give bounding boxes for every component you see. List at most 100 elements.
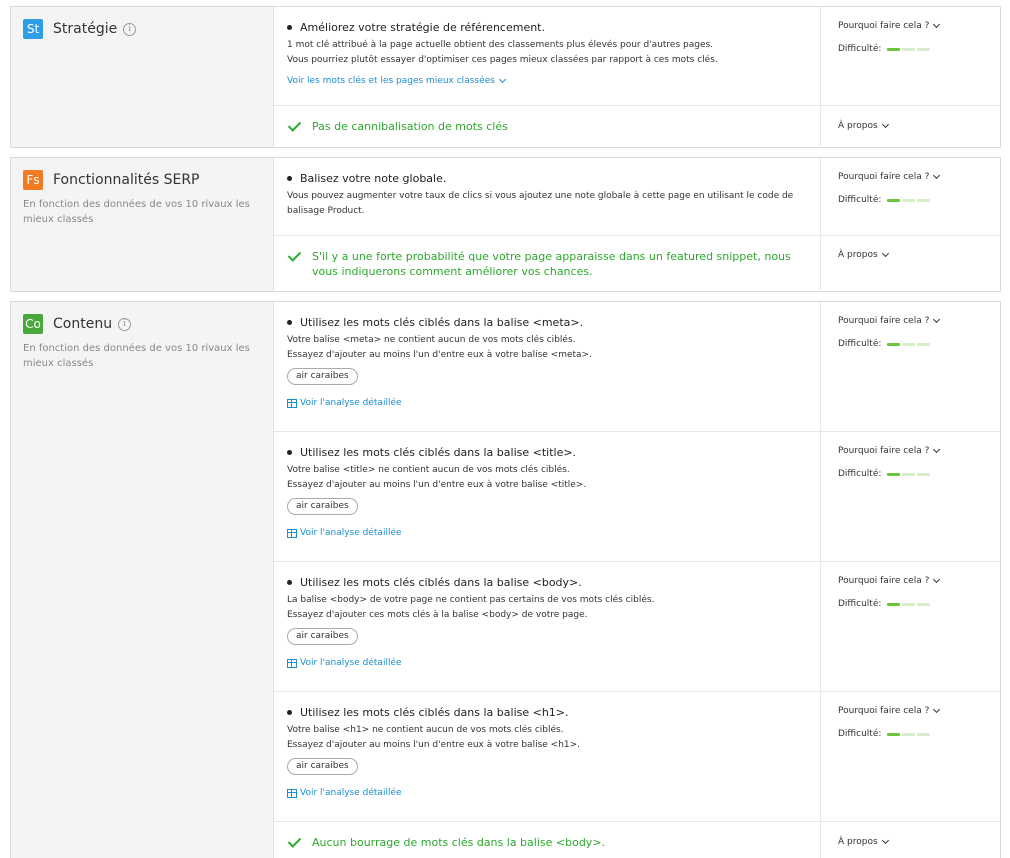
category-description: En fonction des données de vos 10 rivaux…	[23, 199, 250, 225]
chevron-down-icon	[933, 705, 941, 714]
about-dropdown[interactable]: À propos	[838, 120, 983, 131]
category-sidebar: Fs Fonctionnalités SERP En fonction des …	[11, 158, 274, 291]
difficulty-indicator: Difficulté:	[838, 195, 983, 205]
table-icon	[287, 658, 297, 668]
keyword-chip: air caraibes	[287, 368, 358, 385]
difficulty-bar	[917, 472, 931, 476]
chevron-down-icon	[881, 120, 889, 129]
difficulty-indicator: Difficulté:	[838, 339, 983, 349]
category-badge: Fs	[23, 170, 43, 190]
info-icon[interactable]: i	[118, 317, 132, 331]
category-strategy: St Stratégie i Améliorez votre stratégie…	[10, 6, 1001, 148]
difficulty-bar-active	[887, 342, 901, 346]
recommendation-text: Essayez d'ajouter au moins l'un d'entre …	[287, 480, 587, 490]
difficulty-bar	[902, 47, 916, 51]
chevron-down-icon	[881, 249, 889, 258]
category-badge: St	[23, 19, 43, 39]
difficulty-bar-active	[887, 472, 901, 476]
chevron-down-icon	[933, 575, 941, 584]
difficulty-bar-active	[887, 732, 901, 736]
info-icon[interactable]: i	[123, 22, 137, 36]
recommendation-text: Vous pouvez augmenter votre taux de clic…	[287, 191, 794, 216]
recommendation-title: Améliorez votre stratégie de référenceme…	[300, 20, 545, 34]
recommendation-title: Balisez votre note globale.	[300, 171, 447, 185]
about-dropdown[interactable]: À propos	[838, 249, 983, 260]
success-row: S'il y a une forte probabilité que votre…	[274, 236, 1000, 292]
recommendation-title: Utilisez les mots clés ciblés dans la ba…	[300, 315, 584, 329]
difficulty-bar	[917, 342, 931, 346]
keyword-chip: air caraibes	[287, 498, 358, 515]
recommendation-title: Utilisez les mots clés ciblés dans la ba…	[300, 705, 569, 719]
why-dropdown[interactable]: Pourquoi faire cela ?	[838, 315, 983, 326]
recommendation-text: Votre balise <meta> ne contient aucun de…	[287, 335, 576, 345]
difficulty-indicator: Difficulté:	[838, 599, 983, 609]
checkmark-icon	[287, 834, 302, 848]
why-dropdown[interactable]: Pourquoi faire cela ?	[838, 445, 983, 456]
recommendation-text: Essayez d'ajouter au moins l'un d'entre …	[287, 740, 581, 750]
recommendation-title: Utilisez les mots clés ciblés dans la ba…	[300, 445, 577, 459]
see-keywords-link[interactable]: Voir les mots clés et les pages mieux cl…	[287, 75, 506, 86]
difficulty-bar	[917, 47, 931, 51]
recommendation-text: Vous pourriez plutôt essayer d'optimiser…	[287, 55, 718, 65]
category-sidebar: St Stratégie i	[11, 7, 274, 147]
difficulty-bar	[902, 342, 916, 346]
recommendation-row: Utilisez les mots clés ciblés dans la ba…	[274, 562, 1000, 692]
success-message: S'il y a une forte probabilité que votre…	[312, 250, 791, 278]
detailed-analysis-link[interactable]: Voir l'analyse détaillée	[287, 528, 402, 538]
why-dropdown[interactable]: Pourquoi faire cela ?	[838, 171, 983, 182]
keyword-chip: air caraibes	[287, 758, 358, 775]
why-dropdown[interactable]: Pourquoi faire cela ?	[838, 20, 983, 31]
difficulty-bar	[902, 602, 916, 606]
success-row: Aucun bourrage de mots clés dans la bali…	[274, 822, 1000, 858]
difficulty-bar-active	[887, 198, 901, 202]
category-description: En fonction des données de vos 10 rivaux…	[23, 343, 250, 369]
bullet-icon	[287, 24, 292, 30]
recommendation-text: Votre balise <h1> ne contient aucun de v…	[287, 725, 564, 735]
difficulty-bar	[917, 198, 931, 202]
detailed-analysis-link[interactable]: Voir l'analyse détaillée	[287, 658, 402, 668]
difficulty-indicator: Difficulté:	[838, 729, 983, 739]
recommendation-row: Améliorez votre stratégie de référenceme…	[274, 7, 1000, 106]
difficulty-bar	[917, 602, 931, 606]
checkmark-icon	[287, 118, 302, 132]
recommendation-text: Essayez d'ajouter au moins l'un d'entre …	[287, 350, 592, 360]
success-message: Pas de cannibalisation de mots clés	[312, 120, 508, 133]
category-sidebar: Co Contenu i En fonction des données de …	[11, 302, 274, 858]
recommendation-row: Utilisez les mots clés ciblés dans la ba…	[274, 692, 1000, 822]
bullet-icon	[287, 579, 292, 585]
difficulty-bar	[902, 732, 916, 736]
difficulty-bar-active	[887, 47, 901, 51]
detailed-analysis-link[interactable]: Voir l'analyse détaillée	[287, 398, 402, 408]
difficulty-bar	[902, 472, 916, 476]
category-title: Contenu	[53, 316, 113, 332]
chevron-down-icon	[933, 20, 941, 29]
recommendation-text: Votre balise <title> ne contient aucun d…	[287, 465, 570, 475]
table-icon	[287, 398, 297, 408]
chevron-down-icon	[881, 836, 889, 845]
recommendation-row: Balisez votre note globale. Vous pouvez …	[274, 158, 1000, 236]
difficulty-indicator: Difficulté:	[838, 44, 983, 54]
recommendation-text: Essayez d'ajouter ces mots clés à la bal…	[287, 610, 588, 620]
difficulty-bar	[917, 732, 931, 736]
recommendation-text: La balise <body> de votre page ne contie…	[287, 595, 655, 605]
recommendation-row: Utilisez les mots clés ciblés dans la ba…	[274, 302, 1000, 432]
about-dropdown[interactable]: À propos	[838, 836, 983, 847]
recommendation-text: 1 mot clé attribué à la page actuelle ob…	[287, 40, 714, 50]
category-content: Co Contenu i En fonction des données de …	[10, 301, 1001, 858]
keyword-chip: air caraibes	[287, 628, 358, 645]
difficulty-indicator: Difficulté:	[838, 469, 983, 479]
bullet-icon	[287, 319, 292, 325]
why-dropdown[interactable]: Pourquoi faire cela ?	[838, 705, 983, 716]
difficulty-bar	[902, 198, 916, 202]
chevron-down-icon	[498, 75, 506, 84]
detailed-analysis-link[interactable]: Voir l'analyse détaillée	[287, 788, 402, 798]
recommendation-title: Utilisez les mots clés ciblés dans la ba…	[300, 575, 582, 589]
category-badge: Co	[23, 314, 43, 334]
chevron-down-icon	[933, 315, 941, 324]
difficulty-bar-active	[887, 602, 901, 606]
category-title: Stratégie	[53, 21, 118, 37]
chevron-down-icon	[933, 171, 941, 180]
chevron-down-icon	[933, 445, 941, 454]
category-title: Fonctionnalités SERP	[53, 172, 200, 188]
why-dropdown[interactable]: Pourquoi faire cela ?	[838, 575, 983, 586]
